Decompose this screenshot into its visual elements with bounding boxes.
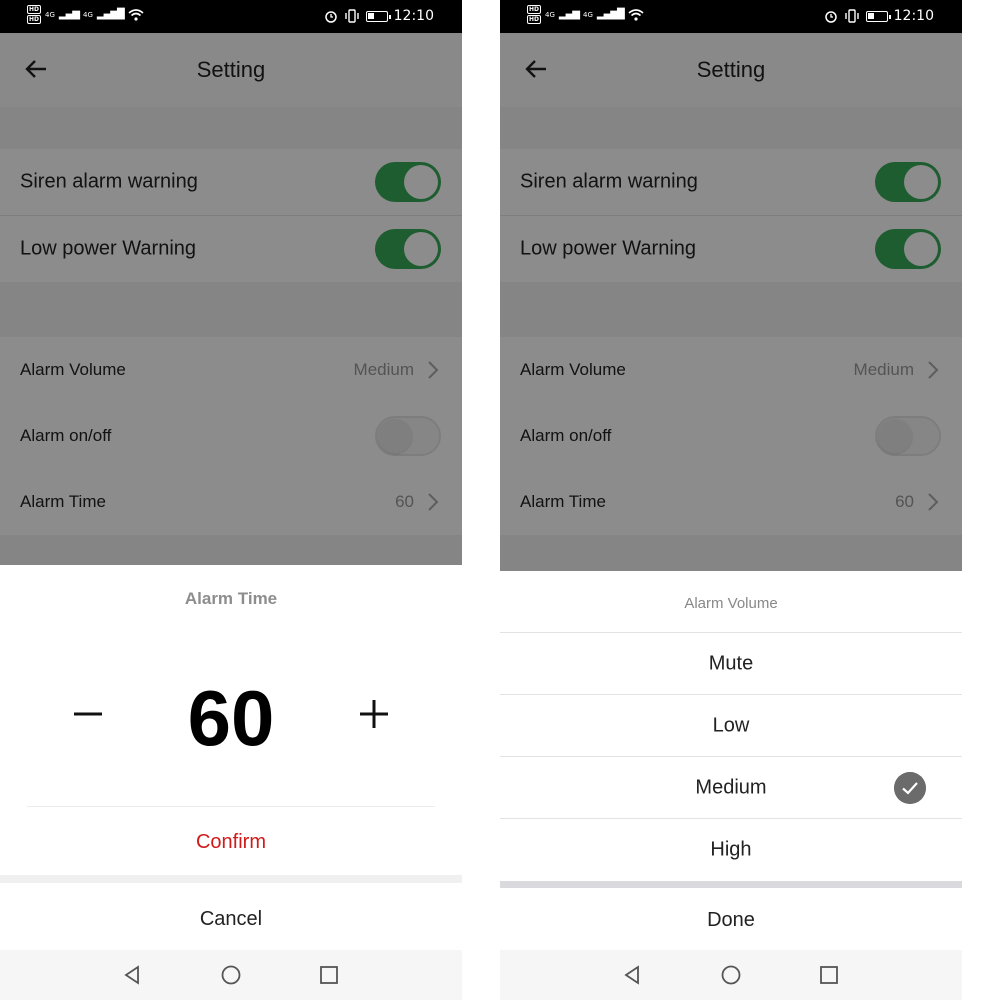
divider [27, 806, 435, 807]
battery-icon [365, 10, 391, 22]
wifi-icon [628, 8, 644, 21]
signal-icon: ▂▄▆ [558, 9, 580, 20]
separator-band [0, 875, 462, 883]
volume-option-high[interactable]: High [500, 819, 962, 881]
status-bar: HD HD 4G ▂▄▆ 4G ▂▄▆█ 12:10 [0, 0, 462, 33]
circle-home-icon[interactable] [220, 964, 242, 986]
alarm-clock-icon [324, 11, 337, 23]
alarm-time-value: 60 [187, 674, 275, 762]
hd-badge: HD [27, 5, 42, 14]
option-label: High [710, 838, 752, 861]
alarm-volume-dialog: Alarm Volume Mute Low Medium High Done [500, 571, 962, 950]
cancel-button[interactable]: Cancel [0, 908, 462, 931]
hd-badge: HD [527, 5, 542, 14]
system-nav-bar [500, 950, 962, 1000]
circle-home-icon[interactable] [720, 964, 742, 986]
hd-badge: HD [527, 15, 542, 24]
volume-option-mute[interactable]: Mute [500, 633, 962, 695]
phone-screen-alarm-time: HD HD 4G ▂▄▆ 4G ▂▄▆█ 12:10 Setting Siren… [0, 0, 462, 1000]
hd-badge: HD [27, 15, 42, 24]
option-label: Mute [708, 652, 754, 675]
phone-screen-alarm-volume: HD HD 4G ▂▄▆ 4G ▂▄▆█ 12:10 Setting Siren… [500, 0, 962, 1000]
dialog-title: Alarm Volume [684, 595, 778, 612]
vibrate-icon [844, 9, 859, 23]
dim-overlay[interactable] [0, 33, 462, 565]
battery-icon [865, 10, 891, 22]
square-recent-icon[interactable] [318, 964, 340, 986]
alarm-time-dialog: Alarm Time 60 Confirm Cancel [0, 565, 462, 950]
separator-band [500, 881, 962, 888]
plus-button[interactable] [358, 698, 390, 730]
option-label: Low [712, 714, 750, 737]
volume-option-medium[interactable]: Medium [500, 757, 962, 819]
signal-icon: ▂▄▆ [58, 9, 80, 20]
signal-icon: ▂▄▆█ [596, 9, 625, 20]
check-circle-icon [894, 772, 926, 804]
triangle-back-icon[interactable] [121, 964, 143, 986]
network-type: 4G [45, 10, 55, 19]
network-type: 4G [82, 10, 93, 19]
confirm-button[interactable]: Confirm [0, 831, 462, 854]
alarm-clock-icon [824, 11, 837, 23]
clock-time: 12:10 [893, 8, 934, 24]
option-label: Medium [695, 776, 767, 799]
clock-time: 12:10 [393, 8, 434, 24]
system-nav-bar [0, 950, 462, 1000]
done-button[interactable]: Done [500, 909, 962, 932]
status-right: 12:10 [324, 8, 434, 24]
status-right: 12:10 [824, 8, 934, 24]
status-left: HD HD 4G ▂▄▆ 4G ▂▄▆█ [527, 5, 644, 24]
dim-overlay[interactable] [500, 33, 962, 571]
square-recent-icon[interactable] [818, 964, 840, 986]
triangle-back-icon[interactable] [621, 964, 643, 986]
network-type: 4G [545, 10, 555, 19]
status-left: HD HD 4G ▂▄▆ 4G ▂▄▆█ [27, 5, 144, 24]
signal-icon: ▂▄▆█ [96, 9, 125, 20]
wifi-icon [128, 8, 144, 21]
dialog-title: Alarm Time [184, 589, 278, 608]
network-type: 4G [582, 10, 593, 19]
vibrate-icon [344, 9, 359, 23]
status-bar: HD HD 4G ▂▄▆ 4G ▂▄▆█ 12:10 [500, 0, 962, 33]
volume-option-low[interactable]: Low [500, 695, 962, 757]
